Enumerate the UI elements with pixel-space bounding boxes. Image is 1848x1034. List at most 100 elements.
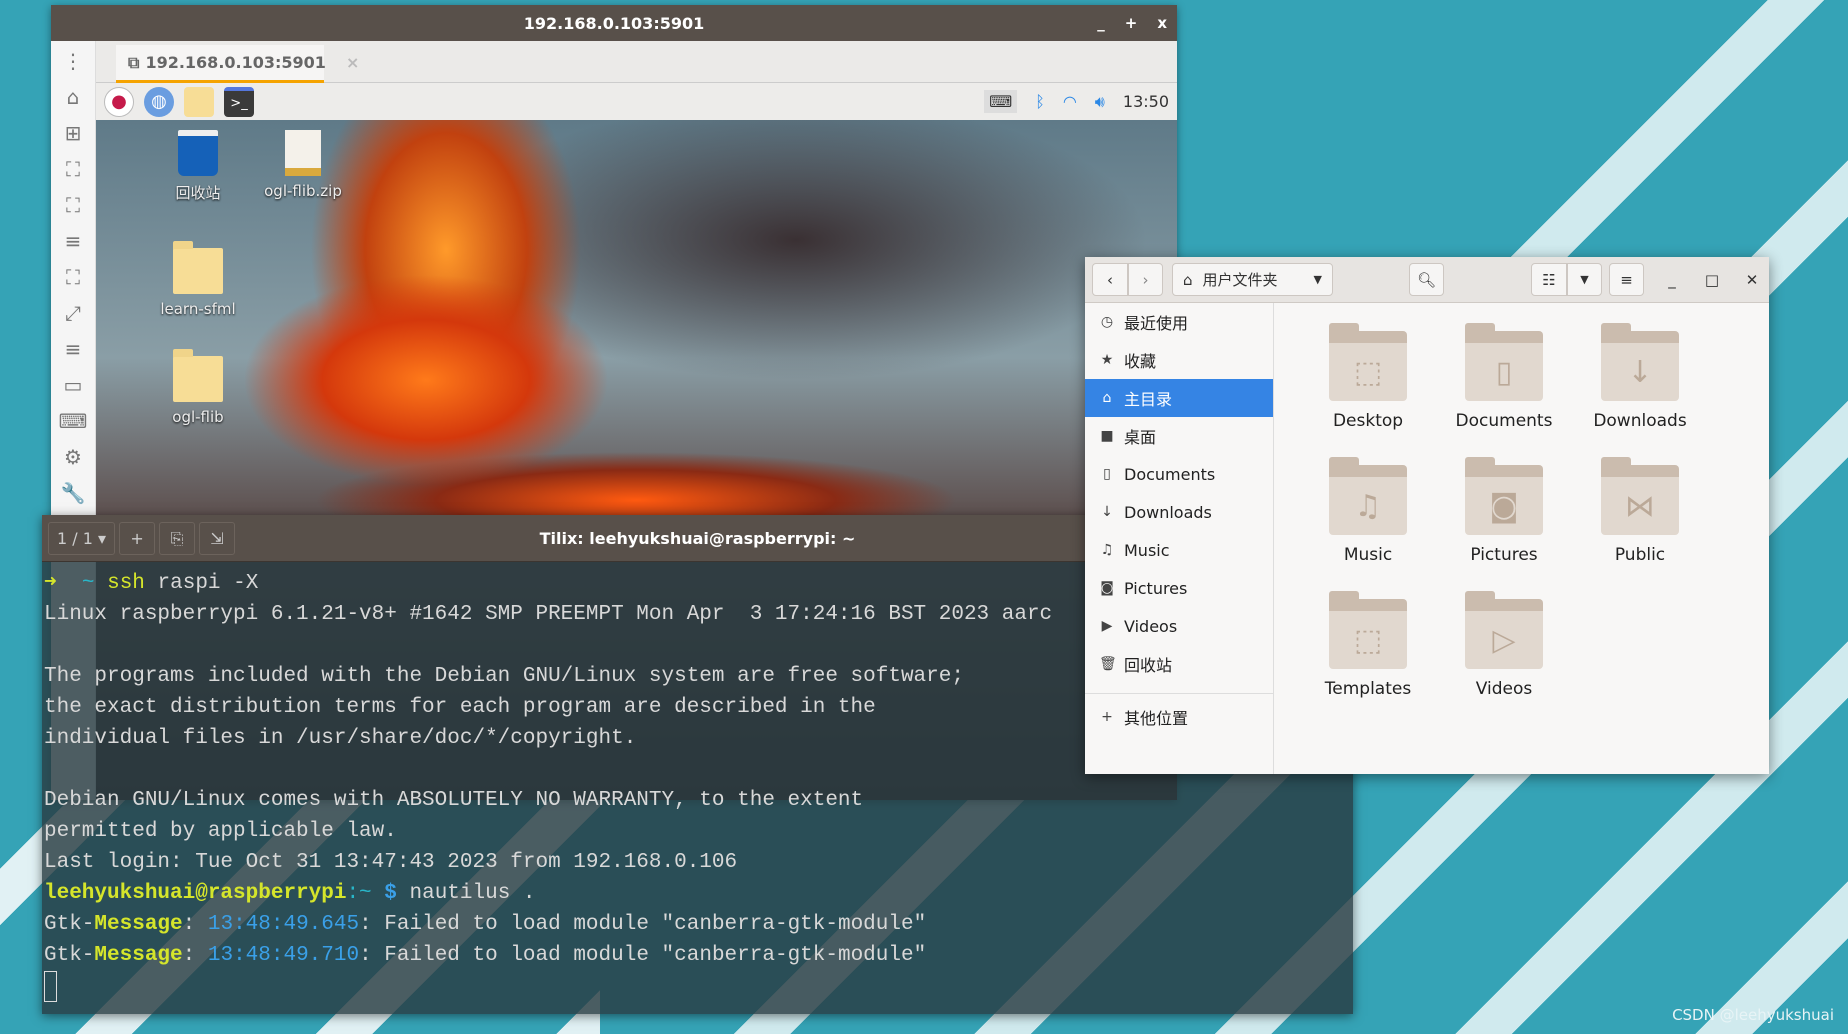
music-icon: ♫ (1100, 542, 1114, 558)
terminal-line: Debian GNU/Linux comes with ABSOLUTELY N… (44, 789, 864, 812)
sidebar-item-回收站[interactable]: 🗑︎ 回收站 (1085, 645, 1273, 683)
more-icon[interactable]: ⋮ (63, 49, 83, 73)
scale-icon[interactable]: ⛶ (66, 265, 80, 289)
tab-close-button[interactable]: × (346, 53, 359, 72)
minimize-button[interactable]: _ (1657, 263, 1687, 296)
split-down-button[interactable]: ⇲ (199, 522, 236, 555)
video-icon: ▶ (1101, 618, 1113, 634)
home-icon[interactable]: ⌂ (67, 85, 80, 109)
folder-icon: ⋈ (1601, 457, 1679, 535)
menu-icon[interactable]: ≡ (65, 229, 82, 253)
keyboard-icon[interactable]: ⌨ (984, 90, 1018, 113)
folder-icon: ↓ (1601, 323, 1679, 401)
tab-connection[interactable]: ⧉ 192.168.0.103:5901 × (116, 45, 359, 83)
raspberry-menu-icon[interactable]: ● (104, 86, 134, 117)
nautilus-window: ‹ › ⌂ 用户文件夹 ▼ 🔍︎ ☷ ▼ ≡ _ □ ✕ ◷ 最近使用 ★ 收藏 ⌂ 主目… (1085, 257, 1769, 774)
home-icon: ⌂ (1102, 390, 1112, 406)
sidebar-item-主目录[interactable]: ⌂ 主目录 (1085, 379, 1273, 417)
volume-icon[interactable]: 🔊︎ (1095, 92, 1105, 112)
desktop-icon-zip[interactable]: ogl-flib.zip (253, 130, 353, 200)
browser-icon[interactable]: ◍ (144, 86, 174, 117)
folder-icon: ▯ (1465, 323, 1543, 401)
view-options-button[interactable]: ▼ (1567, 263, 1602, 296)
folder-icon: ▷ (1465, 591, 1543, 669)
trash-icon (178, 130, 218, 176)
folder-icon: ■ (1100, 428, 1114, 444)
watermark: CSDN @leehyukshuai (1672, 1006, 1834, 1024)
screenshot-icon[interactable]: ▭ (64, 373, 83, 397)
split-right-button[interactable]: ⎘ (159, 522, 196, 555)
folder-label: Videos (1475, 679, 1533, 699)
location-button[interactable]: ⌂ 用户文件夹 ▼ (1172, 263, 1333, 296)
sidebar-item-label: 桌面 (1124, 428, 1157, 447)
wifi-icon[interactable]: ◠ (1063, 92, 1077, 111)
chevron-down-icon: ▼ (1313, 273, 1322, 286)
window-title: 192.168.0.103:5901 (523, 13, 705, 33)
terminal-icon[interactable]: >_ (224, 86, 254, 117)
maximize-button[interactable]: □ (1697, 263, 1727, 296)
icon-label: ogl-flib.zip (264, 182, 342, 200)
sidebar-item-label: 主目录 (1124, 390, 1173, 409)
folder-label: Music (1343, 545, 1393, 565)
sidebar-item-Pictures[interactable]: ◙ Pictures (1085, 569, 1273, 607)
sidebar-item-Downloads[interactable]: ↓ Downloads (1085, 493, 1273, 531)
raspberry-pi-panel: ● ◍ >_ ⌨ ᛒ ◠ 🔊︎ 13:50 (96, 83, 1177, 120)
trash-icon: 🗑︎ (1099, 656, 1117, 672)
folder-videos[interactable]: ▷ Videos (1424, 585, 1584, 699)
folder-public[interactable]: ⋈ Public (1560, 451, 1720, 565)
vnc-titlebar: 192.168.0.103:5901 _ + x (51, 5, 1177, 41)
folder-downloads[interactable]: ↓ Downloads (1560, 317, 1720, 431)
sidebar-item-Documents[interactable]: ▯ Documents (1085, 455, 1273, 493)
keyboard-icon[interactable]: ⌨ (59, 409, 88, 433)
sidebar-item-收藏[interactable]: ★ 收藏 (1085, 341, 1273, 379)
settings-icon[interactable]: ⚙ (64, 445, 82, 469)
sidebar-item-label: Videos (1124, 616, 1178, 636)
chevron-down-icon: ▼ (1580, 273, 1589, 286)
new-connection-icon[interactable]: ⊞ (65, 121, 82, 145)
back-button[interactable]: ‹ (1092, 263, 1128, 296)
icon-label: 回收站 (175, 184, 221, 202)
menu-icon[interactable]: ≡ (65, 337, 82, 361)
home-icon: ⌂ (1183, 270, 1193, 289)
sidebar-item-Videos[interactable]: ▶ Videos (1085, 607, 1273, 645)
minimize-button[interactable]: _ (1097, 14, 1105, 32)
sidebar-item-label: Pictures (1124, 578, 1188, 598)
view-toggle-button[interactable]: ☷ (1531, 263, 1567, 296)
icon-label: ogl-flib (172, 408, 224, 426)
sidebar-item-label: Documents (1124, 464, 1216, 484)
session-switcher[interactable]: 1 / 1 ▾ (48, 522, 116, 555)
file-manager-icon[interactable] (184, 86, 214, 117)
maximize-button[interactable]: + (1125, 14, 1138, 32)
sidebar-item-最近使用[interactable]: ◷ 最近使用 (1085, 303, 1273, 341)
sidebar-item-label: 其他位置 (1124, 708, 1189, 728)
folder-grid: ⬚ Desktop ▯ Documents ↓ Downloads ♫ Music ◙ Pictu… (1274, 303, 1769, 774)
sidebar-item-Music[interactable]: ♫ Music (1085, 531, 1273, 569)
menu-button[interactable]: ≡ (1609, 263, 1644, 296)
fit-window-icon[interactable]: ⛶ (66, 157, 80, 181)
sidebar-item-其他位置[interactable]: + 其他位置 (1085, 693, 1273, 739)
terminal-line: Gtk-Message: 13:48:49.710: Failed to loa… (44, 944, 927, 967)
search-button[interactable]: 🔍︎ (1409, 263, 1444, 296)
places-sidebar: ◷ 最近使用 ★ 收藏 ⌂ 主目录 ■ 桌面 ▯ Documents ↓ Downloads ♫ Musi… (1085, 303, 1274, 774)
sidebar-item-label: Downloads (1124, 502, 1212, 522)
sidebar-item-桌面[interactable]: ■ 桌面 (1085, 417, 1273, 455)
search-icon: 🔍︎ (1416, 270, 1437, 289)
forward-button[interactable]: › (1128, 263, 1163, 296)
bluetooth-icon[interactable]: ᛒ (1035, 92, 1045, 111)
zip-file-icon (285, 130, 321, 176)
hamburger-icon: ≡ (1620, 270, 1633, 289)
desktop-icon-ogl-flib[interactable]: ogl-flib (148, 349, 248, 426)
remote-desktop-icon: ⧉ (128, 52, 140, 72)
fullscreen-icon[interactable]: ⛶ (66, 193, 80, 217)
terminal-cursor (44, 971, 57, 1002)
add-session-button[interactable]: + (119, 522, 156, 555)
close-button[interactable]: x (1157, 14, 1167, 32)
desktop-icon-trash[interactable]: 回收站 (148, 130, 248, 203)
expand-icon[interactable]: ⤢ (65, 301, 81, 325)
close-button[interactable]: ✕ (1737, 263, 1767, 296)
tab-label: 192.168.0.103:5901 (145, 53, 326, 72)
wrench-icon[interactable]: 🔧 (61, 481, 86, 505)
folder-icon: ⬚ (1329, 323, 1407, 401)
list-view-icon: ☷ (1542, 270, 1556, 289)
desktop-icon-learn-sfml[interactable]: learn-sfml (148, 241, 248, 318)
